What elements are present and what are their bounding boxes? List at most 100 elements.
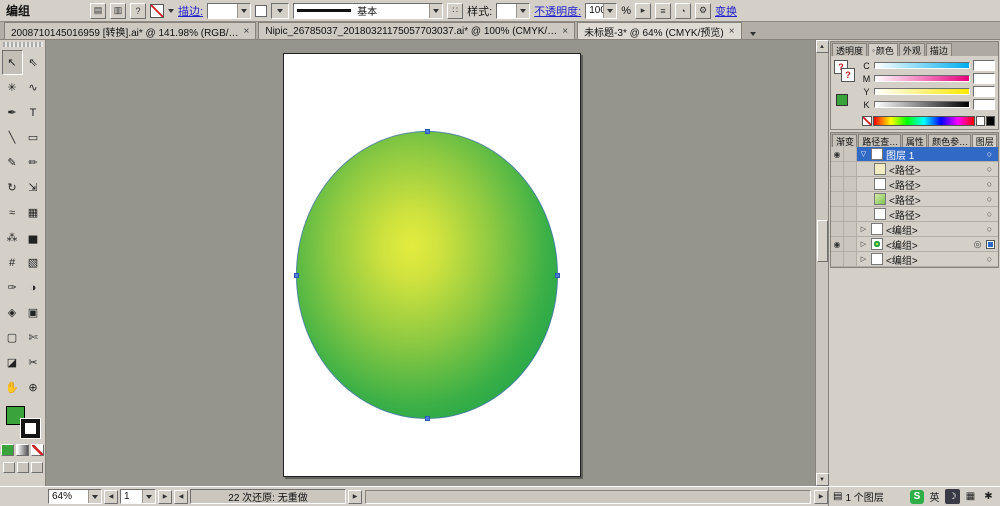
live-paint-selection-tool[interactable]: ▣ [22, 300, 44, 325]
swatch-dropdown-icon[interactable] [168, 8, 175, 13]
none-swatch[interactable] [862, 115, 872, 126]
anchor-point-bottom[interactable] [425, 416, 430, 421]
close-icon[interactable]: × [244, 26, 250, 37]
selection-tool[interactable]: ↖ [1, 50, 23, 75]
layer-name[interactable]: <路径> [889, 177, 980, 192]
scale-tool[interactable]: ⇲ [22, 175, 44, 200]
opacity-link[interactable]: 不透明度: [534, 3, 581, 19]
layer-row-path1[interactable]: <路径> ○ [831, 162, 998, 177]
layer-name[interactable]: <编组> [886, 252, 980, 267]
gradient-button[interactable] [16, 444, 29, 456]
recolor-art-icon[interactable]: ∷ [447, 2, 464, 19]
help-button[interactable]: ? [130, 2, 147, 19]
target-icon[interactable]: ○ [983, 149, 996, 159]
language-indicator[interactable]: 英 [927, 489, 942, 504]
gradient-tool[interactable]: ▧ [22, 250, 44, 275]
tab-color-guide[interactable]: 颜色参… [928, 134, 971, 147]
isolate-mode-icon[interactable]: ◔ [674, 2, 691, 19]
eraser-tool[interactable]: ◪ [1, 350, 23, 375]
dropdown-arrow-icon[interactable] [88, 490, 101, 503]
layer-row-path4[interactable]: <路径> ○ [831, 207, 998, 222]
layer-row-path2[interactable]: <路径> ○ [831, 177, 998, 192]
brush-definition-combo[interactable]: 基本 [293, 2, 444, 19]
mesh-tool[interactable]: # [1, 250, 23, 275]
layer-thumbnail[interactable] [871, 223, 883, 235]
none-button[interactable] [31, 444, 44, 456]
warp-tool[interactable]: ≈ [1, 200, 23, 225]
lasso-tool[interactable]: ∿ [22, 75, 44, 100]
layer-row-group3[interactable]: ▷ <编组> ○ [831, 252, 998, 267]
expand-icon[interactable]: ▷ [859, 240, 868, 248]
layer-thumbnail[interactable] [871, 253, 883, 265]
dropdown-arrow-icon[interactable] [142, 490, 155, 503]
tab-attributes[interactable]: 属性 [901, 134, 928, 147]
yellow-value-input[interactable] [973, 86, 995, 97]
lock-toggle[interactable] [844, 207, 857, 221]
sogou-logo-icon[interactable]: S [910, 489, 924, 504]
undo-status[interactable]: 22 次还原: 无重做 [190, 489, 346, 504]
status-next-icon[interactable]: ▶ [348, 489, 362, 504]
lock-toggle[interactable] [844, 147, 857, 161]
column-graph-tool[interactable]: ▅ [22, 225, 44, 250]
fullscreen-menu-mode-button[interactable] [16, 462, 29, 473]
symbol-sprayer-tool[interactable]: ⁂ [1, 225, 23, 250]
visibility-toggle[interactable] [831, 222, 844, 236]
last-color-swatch[interactable] [836, 94, 848, 106]
crop-area-tool[interactable]: ▢ [1, 325, 23, 350]
rotate-tool[interactable]: ↻ [1, 175, 23, 200]
white-swatch[interactable] [976, 115, 985, 126]
first-page-icon[interactable]: ◀ [104, 489, 118, 504]
document-tab-2[interactable]: Nipic_26785037_20180321175057703037.ai* … [258, 22, 576, 39]
visibility-toggle[interactable]: ◉ [831, 147, 844, 161]
scroll-down-icon[interactable]: ▼ [815, 473, 829, 486]
target-icon[interactable]: ○ [983, 224, 996, 234]
layer-row-layer1[interactable]: ◉ ▽ 图层 1 ○ [831, 147, 998, 162]
stroke-weight-combo[interactable] [207, 2, 252, 19]
stroke-color-swatch[interactable] [19, 418, 41, 439]
layer-row-group1[interactable]: ▷ <编组> ○ [831, 222, 998, 237]
dropdown-arrow-icon[interactable] [429, 3, 443, 18]
anchor-point-top[interactable] [425, 129, 430, 134]
layer-thumbnail[interactable] [874, 208, 886, 220]
color-spectrum[interactable] [873, 115, 975, 126]
rectangle-tool[interactable]: ▭ [22, 125, 44, 150]
hand-tool[interactable]: ✋ [1, 375, 23, 400]
canvas[interactable] [46, 40, 815, 486]
fullscreen-mode-button[interactable] [30, 462, 43, 473]
visibility-toggle[interactable] [831, 177, 844, 191]
target-icon[interactable]: ○ [983, 194, 996, 204]
magenta-value-input[interactable] [973, 73, 995, 84]
document-tab-1[interactable]: 2008710145016959 [转换].ai* @ 141.98% (RGB… [4, 22, 257, 39]
layer-thumbnail[interactable] [871, 148, 883, 160]
layer-thumbnail[interactable] [874, 163, 886, 175]
anchor-point-left[interactable] [294, 273, 299, 278]
tab-pathfinder[interactable]: 路径查… [858, 134, 901, 147]
visibility-toggle[interactable] [831, 192, 844, 206]
document-tab-3[interactable]: 未标题-3* @ 64% (CMYK/预览) × [577, 22, 742, 39]
layer-row-group2[interactable]: ◉ ▷ <编组> ◎ [831, 237, 998, 252]
tab-appearance[interactable]: 外观 [898, 43, 925, 56]
expand-icon[interactable]: ▽ [859, 150, 868, 158]
normal-screen-mode-button[interactable] [2, 462, 15, 473]
tab-gradient[interactable]: 渐变 [832, 134, 858, 147]
layer-name[interactable]: <编组> [886, 237, 968, 252]
pen-tool[interactable]: ✒ [1, 100, 23, 125]
toolbox-icon[interactable]: ✱ [981, 489, 996, 504]
layer-name[interactable]: <路径> [889, 192, 980, 207]
tab-layers[interactable]: 图层 [971, 134, 998, 147]
layer-name[interactable]: 图层 1 [886, 147, 980, 162]
blend-tool[interactable]: ◑ [22, 275, 44, 300]
stroke-link[interactable]: 描边: [178, 3, 203, 19]
keyboard-icon[interactable]: ▦ [963, 489, 978, 504]
eyedropper-tool[interactable]: ✑ [1, 275, 23, 300]
free-transform-tool[interactable]: ▦ [22, 200, 44, 225]
align-icon[interactable]: ≡ [654, 2, 671, 19]
layer-name[interactable]: <路径> [889, 162, 980, 177]
layer-name[interactable]: <路径> [889, 207, 980, 222]
color-button[interactable] [1, 444, 14, 456]
layer-thumbnail[interactable] [874, 193, 886, 205]
preferences-icon[interactable]: ⚙ [694, 2, 711, 19]
scroll-right-icon[interactable]: ▶ [814, 489, 828, 504]
zoom-combo[interactable]: 64% [48, 489, 102, 504]
black-slider[interactable] [874, 101, 970, 108]
